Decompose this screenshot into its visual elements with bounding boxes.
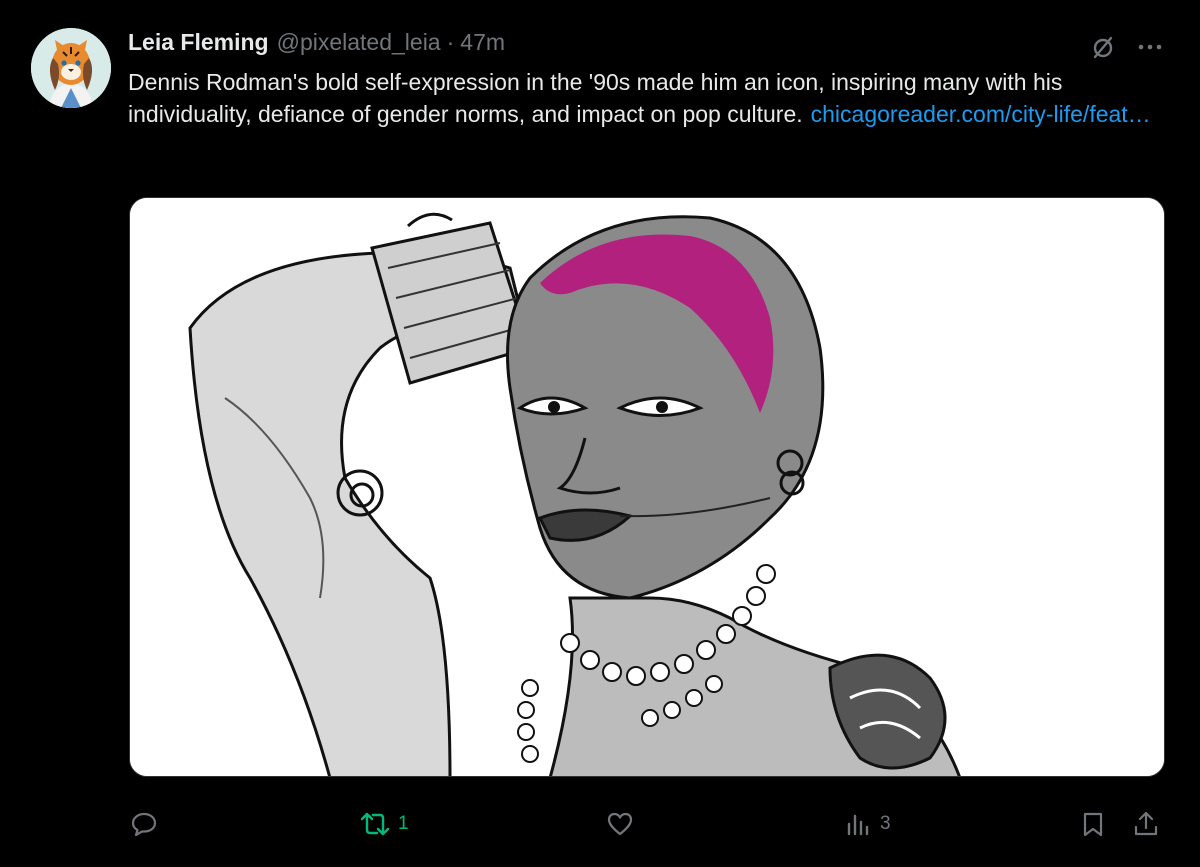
share-button[interactable] [1132, 806, 1160, 842]
illustration-image-icon [130, 198, 1164, 776]
reply-button[interactable] [130, 806, 166, 842]
reply-icon [130, 810, 158, 838]
views-icon [844, 810, 872, 838]
tiger-avatar-icon [31, 28, 111, 108]
tweet-content: Leia Fleming @pixelated_leia · 47m Denni… [128, 26, 1168, 130]
repost-icon [360, 810, 390, 838]
views-count: 3 [880, 813, 891, 834]
repost-button[interactable]: 1 [360, 806, 409, 842]
heart-icon [606, 810, 634, 838]
bookmark-icon [1080, 810, 1106, 838]
header-actions [1090, 34, 1162, 60]
author-name[interactable]: Leia Fleming [128, 26, 269, 58]
article-link[interactable]: chicagoreader.com/city-life/feat… [811, 101, 1151, 127]
post-timestamp[interactable]: 47m [460, 26, 505, 58]
like-button[interactable] [606, 806, 642, 842]
more-options-icon[interactable] [1138, 43, 1162, 51]
tweet-text: Dennis Rodman's bold self-expression in … [128, 66, 1163, 130]
tweet-header: Leia Fleming @pixelated_leia · 47m [128, 26, 1168, 58]
avatar[interactable] [31, 28, 111, 108]
views-button[interactable]: 3 [844, 806, 891, 842]
grok-icon[interactable] [1090, 34, 1116, 60]
author-handle[interactable]: @pixelated_leia [277, 26, 441, 58]
share-icon [1132, 810, 1160, 838]
tweet[interactable]: Leia Fleming @pixelated_leia · 47m Denni… [0, 0, 1200, 867]
separator-dot: · [446, 29, 455, 55]
post-media-image[interactable] [129, 197, 1165, 777]
bookmark-button[interactable] [1080, 806, 1106, 842]
tweet-actions: 1 3 [128, 806, 1168, 842]
repost-count: 1 [398, 813, 409, 834]
